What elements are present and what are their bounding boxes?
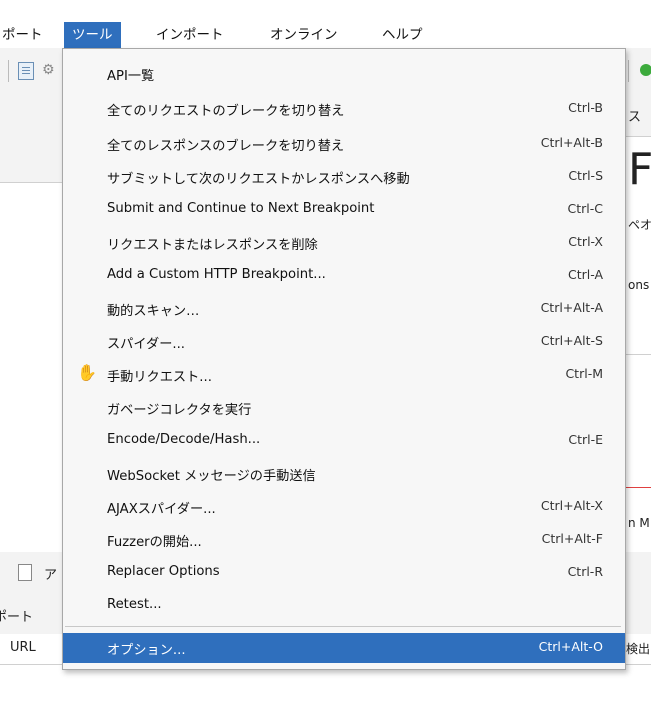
menu-item-garbage-collect[interactable]: ガベージコレクタを実行 <box>63 393 625 423</box>
menu-item-submit-step[interactable]: サブミットして次のリクエストかレスポンスへ移動 Ctrl-S <box>63 162 625 192</box>
menu-item-label: 手動リクエスト... <box>107 370 212 385</box>
menu-online[interactable]: オンライン <box>262 22 346 48</box>
right-panel-heading: F <box>628 144 651 195</box>
menu-item-shortcut: Ctrl-C <box>567 201 603 216</box>
menu-separator <box>65 626 621 627</box>
start-icon[interactable] <box>640 64 651 76</box>
menu-item-label: スパイダー... <box>107 337 185 352</box>
left-panel-tabbar <box>0 92 62 137</box>
menu-item-retest[interactable]: Retest... <box>63 591 625 621</box>
menu-item-manual-request[interactable]: ✋ 手動リクエスト... Ctrl-M <box>63 360 625 390</box>
menu-item-encode-decode[interactable]: Encode/Decode/Hash... Ctrl-E <box>63 426 625 456</box>
divider <box>624 487 651 488</box>
menu-item-replacer-options[interactable]: Replacer Options Ctrl-R <box>63 558 625 588</box>
menu-item-label: Replacer Options <box>107 564 220 579</box>
menu-item-shortcut: Ctrl-X <box>568 234 603 249</box>
menu-item-active-scan[interactable]: 動的スキャン… Ctrl+Alt-A <box>63 294 625 324</box>
menu-item-options[interactable]: オプション... Ctrl+Alt-O <box>63 633 625 663</box>
menu-item-submit-continue[interactable]: Submit and Continue to Next Breakpoint C… <box>63 195 625 225</box>
right-tab-label[interactable]: ス <box>628 106 641 125</box>
toolbar-separator <box>8 60 9 82</box>
menu-item-label: 動的スキャン… <box>107 304 200 319</box>
menu-item-custom-breakpoint[interactable]: Add a Custom HTTP Breakpoint... Ctrl-A <box>63 261 625 291</box>
menu-item-label: AJAXスパイダー... <box>107 502 216 517</box>
menu-item-label: Encode/Decode/Hash... <box>107 432 261 447</box>
menu-item-toggle-response-break[interactable]: 全てのレスポンスのブレークを切り替え Ctrl+Alt-B <box>63 129 625 159</box>
menu-item-shortcut: Ctrl+Alt-S <box>540 333 603 348</box>
column-header-url[interactable]: URL <box>10 640 36 655</box>
menu-item-shortcut: Ctrl-S <box>568 168 603 183</box>
menu-item-label: 全てのレスポンスのブレークを切り替え <box>107 139 345 154</box>
menu-tools[interactable]: ツール <box>64 22 121 48</box>
bottom-report-tab[interactable]: ポート <box>0 594 62 635</box>
right-panel-tabbar: ス <box>624 92 651 137</box>
bottom-report-label: ポート <box>0 610 34 625</box>
menu-item-shortcut: Ctrl-A <box>567 267 603 282</box>
document-icon <box>18 564 32 581</box>
menu-item-shortcut: Ctrl+Alt-B <box>540 135 603 150</box>
menu-item-fuzzer[interactable]: Fuzzerの開始... Ctrl+Alt-F <box>63 525 625 555</box>
menu-item-ajax-spider[interactable]: AJAXスパイダー... Ctrl+Alt-X <box>63 492 625 522</box>
menu-item-shortcut: Ctrl-E <box>568 432 603 447</box>
menu-item-label: 全てのリクエストのブレークを切り替え <box>107 104 345 119</box>
menu-item-websocket-send[interactable]: WebSocket メッセージの手動送信 <box>63 459 625 489</box>
menu-item-shortcut: Ctrl+Alt-A <box>540 300 603 315</box>
menu-item-drop-message[interactable]: リクエストまたはレスポンスを削除 Ctrl-X <box>63 228 625 258</box>
menu-report[interactable]: ポート <box>0 22 51 48</box>
menu-item-label: WebSocket メッセージの手動送信 <box>107 469 316 484</box>
menu-import[interactable]: インポート <box>148 22 232 48</box>
menu-item-shortcut: Ctrl+Alt-O <box>538 639 603 654</box>
menu-item-shortcut: Ctrl+Alt-F <box>541 531 603 546</box>
hand-icon: ✋ <box>77 363 97 382</box>
document-icon[interactable] <box>18 62 34 80</box>
menu-item-label: Add a Custom HTTP Breakpoint... <box>107 267 326 282</box>
menu-item-shortcut: Ctrl-B <box>568 100 603 115</box>
right-panel: ス F ペオ ons n M. <box>624 92 651 552</box>
right-panel-text: n M. <box>628 516 651 530</box>
right-panel-text: ペオ <box>628 218 651 232</box>
menu-help[interactable]: ヘルプ <box>374 22 431 48</box>
menu-item-shortcut: Ctrl-M <box>565 366 603 381</box>
divider <box>624 354 651 355</box>
menu-item-spider[interactable]: スパイダー... Ctrl+Alt-S <box>63 327 625 357</box>
menu-item-shortcut: Ctrl-R <box>567 564 603 579</box>
menu-item-label: Fuzzerの開始... <box>107 535 202 550</box>
toolbar-separator <box>628 60 629 82</box>
menu-bar: ポート ツール インポート オンライン ヘルプ <box>0 0 651 48</box>
menu-item-label: サブミットして次のリクエストかレスポンスへ移動 <box>107 172 410 187</box>
bottom-right-area <box>624 594 651 635</box>
bottom-tab[interactable]: ア <box>44 564 57 583</box>
menu-item-label: オプション... <box>107 643 186 658</box>
menu-item-api-list[interactable]: API一覧 <box>63 59 625 89</box>
right-panel-text: ons <box>628 278 650 292</box>
column-header-detect[interactable]: 検出. <box>626 640 651 657</box>
gear-icon[interactable]: ⚙ <box>42 62 55 78</box>
menu-item-label: リクエストまたはレスポンスを削除 <box>107 238 318 253</box>
left-panel-toolbar <box>0 136 62 183</box>
menu-item-label: Retest... <box>107 597 162 612</box>
menu-item-label: API一覧 <box>107 69 155 84</box>
menu-item-label: Submit and Continue to Next Breakpoint <box>107 201 375 216</box>
menu-item-label: ガベージコレクタを実行 <box>107 403 252 418</box>
tools-dropdown-menu: API一覧 全てのリクエストのブレークを切り替え Ctrl-B 全てのレスポンス… <box>62 48 626 670</box>
menu-item-shortcut: Ctrl+Alt-X <box>540 498 603 513</box>
menu-item-toggle-request-break[interactable]: 全てのリクエストのブレークを切り替え Ctrl-B <box>63 94 625 124</box>
